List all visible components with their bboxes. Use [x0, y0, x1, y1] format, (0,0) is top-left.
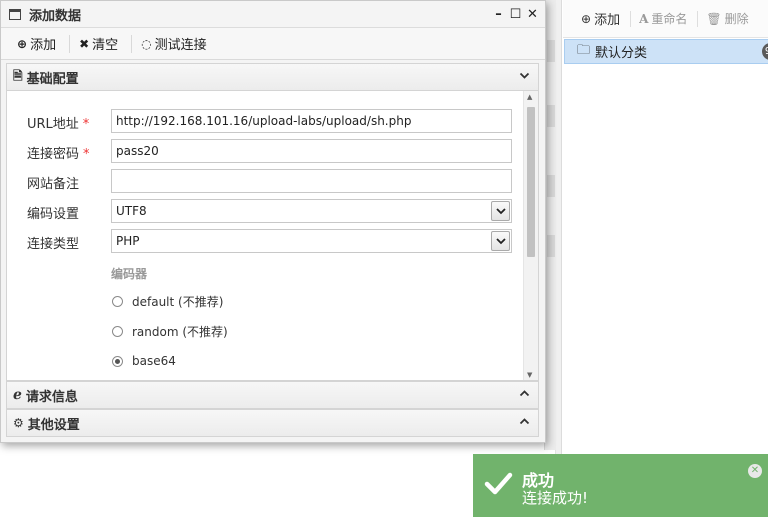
list-edge-mark	[547, 235, 555, 257]
add-category-button[interactable]: ⊕ 添加	[575, 9, 628, 29]
section-other-header[interactable]: ⚙ 其他设置	[6, 409, 539, 437]
rename-category-button[interactable]: A 重命名	[633, 9, 695, 29]
encoder-option-label: base64	[132, 354, 176, 368]
radio-button-checked[interactable]	[112, 355, 123, 367]
encoding-label: 编码设置	[27, 207, 80, 222]
clear-label: 清空	[92, 38, 119, 53]
encoder-option-base64[interactable]: base64	[112, 352, 176, 370]
check-icon	[484, 472, 513, 495]
minimize-icon[interactable]: –	[490, 7, 507, 22]
toolbar-separator	[697, 10, 699, 27]
test-connection-label: 测试连接	[154, 38, 207, 53]
delete-category-button[interactable]: 🗑 删除	[700, 9, 756, 29]
rename-category-label: 重命名	[651, 12, 688, 26]
encoder-option-label: default (不推荐)	[132, 294, 224, 309]
cross-icon: ✖	[79, 36, 90, 51]
internet-explorer-icon: ℯ	[13, 387, 22, 403]
chevron-down-icon[interactable]	[491, 201, 510, 221]
radio-button[interactable]	[112, 295, 123, 307]
toolbar-separator	[630, 10, 632, 27]
scroll-up-icon[interactable]: ▲	[527, 93, 532, 101]
password-label: 连接密码 *	[27, 147, 90, 162]
test-connection-button[interactable]: ◌ 测试连接	[135, 33, 217, 55]
chevron-down-icon	[519, 70, 530, 84]
close-icon[interactable]: ✕	[524, 7, 541, 22]
encoding-select[interactable]: UTF8	[111, 199, 512, 223]
note-label: 网站备注	[27, 177, 80, 192]
note-input[interactable]	[111, 169, 512, 193]
panel-divider	[556, 0, 562, 517]
plus-circle-icon: ⊕	[17, 36, 28, 51]
document-icon: 🗎	[13, 68, 23, 83]
category-item-default[interactable]: 🗀 默认分类 9	[564, 39, 768, 64]
toolbar-separator	[131, 34, 133, 53]
maximize-icon[interactable]: ☐	[507, 7, 524, 22]
password-input[interactable]	[111, 139, 512, 163]
gears-icon: ⚙	[13, 416, 24, 430]
font-icon: A	[639, 11, 649, 26]
dialog-toolbar: ⊕ 添加 ✖ 清空 ◌ 测试连接	[1, 28, 545, 60]
encoder-option-default[interactable]: default (不推荐)	[112, 292, 223, 310]
close-icon[interactable]: ✕	[748, 464, 762, 478]
section-other-title: 其他设置	[27, 417, 80, 433]
toast-message: 连接成功!	[522, 489, 589, 507]
section-request-title: 请求信息	[25, 389, 78, 405]
clear-button[interactable]: ✖ 清空	[73, 33, 128, 55]
scrollbar-thumb[interactable]	[527, 107, 535, 257]
folder-icon: 🗀	[577, 42, 591, 58]
add-label: 添加	[30, 38, 57, 53]
encoder-option-label: random (不推荐)	[132, 324, 228, 339]
category-panel: ⊕ 添加 A 重命名 🗑 删除 🗀 默认分类 9	[555, 0, 768, 517]
category-count-badge: 9	[762, 43, 768, 60]
plus-circle-icon: ⊕	[581, 11, 592, 26]
trash-icon: 🗑	[706, 11, 722, 26]
dialog-titlebar[interactable]: 添加数据 – ☐ ✕	[1, 1, 545, 28]
add-button[interactable]: ⊕ 添加	[11, 33, 66, 55]
add-data-dialog: 添加数据 – ☐ ✕ ⊕ 添加 ✖ 清空 ◌ 测试连接 🗎 基础配置 URL地址…	[0, 0, 546, 443]
spinner-icon: ◌	[141, 36, 152, 51]
chevron-up-icon	[519, 416, 530, 430]
basic-config-form: URL地址* 连接密码* 网站备注 编码设置 UTF8 连接类型 PHP	[6, 91, 539, 381]
conn-type-row: 连接类型 PHP	[7, 229, 527, 253]
delete-category-label: 删除	[724, 12, 749, 26]
url-row: URL地址 *	[7, 109, 527, 133]
url-label: URL地址 *	[27, 117, 90, 132]
list-edge-mark	[547, 105, 555, 127]
list-edge-mark	[547, 175, 555, 197]
note-row: 网站备注	[7, 169, 527, 193]
section-basic-title: 基础配置	[26, 71, 79, 87]
conn-type-select[interactable]: PHP	[111, 229, 512, 253]
scroll-down-icon[interactable]: ▼	[527, 371, 532, 379]
url-input[interactable]	[111, 109, 512, 133]
vertical-scrollbar[interactable]: ▲ ▼	[523, 91, 538, 380]
dialog-title: 添加数据	[29, 8, 82, 24]
chevron-down-icon[interactable]	[491, 231, 510, 251]
conn-type-label: 连接类型	[27, 237, 80, 252]
toolbar-separator	[69, 34, 71, 53]
list-edge-mark	[547, 40, 555, 62]
encoding-value: UTF8	[116, 204, 147, 218]
encoding-row: 编码设置 UTF8	[7, 199, 527, 223]
encoder-heading: 编码器	[111, 267, 148, 281]
encoder-option-random[interactable]: random (不推荐)	[112, 322, 228, 340]
conn-type-value: PHP	[116, 234, 140, 248]
section-basic-header[interactable]: 🗎 基础配置	[6, 63, 539, 91]
password-row: 连接密码 *	[7, 139, 527, 163]
window-icon	[9, 8, 21, 20]
chevron-up-icon	[519, 388, 530, 402]
radio-button[interactable]	[112, 325, 123, 337]
add-category-label: 添加	[594, 13, 621, 28]
category-toolbar: ⊕ 添加 A 重命名 🗑 删除	[563, 0, 768, 38]
section-request-header[interactable]: ℯ 请求信息	[6, 381, 539, 409]
category-label: 默认分类	[595, 46, 648, 61]
success-toast: 成功 连接成功! ✕	[473, 454, 768, 517]
